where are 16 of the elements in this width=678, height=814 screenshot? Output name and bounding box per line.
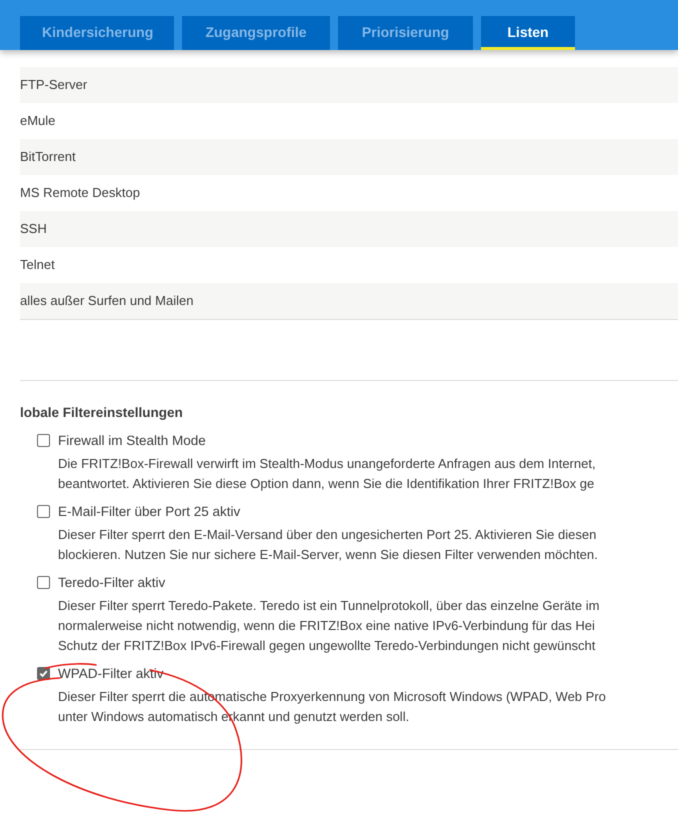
list-row[interactable]: alles außer Surfen und Mailen xyxy=(20,283,678,319)
checkbox[interactable] xyxy=(37,667,50,680)
checkbox[interactable] xyxy=(37,505,50,518)
option-label[interactable]: Firewall im Stealth Mode xyxy=(58,433,206,448)
option-description: Die FRITZ!Box-Firewall verwirft im Stealth-Modus unangeforderte Anfragen aus dem Internet, beantwortet. Aktivieren Sie diese Option dann, wenn Sie die Identifikation Ihrer FRITZ!Box ge xyxy=(58,455,597,493)
list-row[interactable]: SSH xyxy=(20,211,678,247)
tab[interactable]: Listen xyxy=(481,16,575,50)
option-description: Dieser Filter sperrt Teredo-Pakete. Teredo ist ein Tunnelprotokoll, über das einzelne Geräte im normalerweise nicht notwendig, wenn die FRITZ!Box eine native IPv6-Verbindung für das Hei Schutz der FRITZ!Box IPv6-Firewall gegen ungewollte Teredo-Verbindungen nicht gewünscht xyxy=(58,597,600,655)
option-label[interactable]: Teredo-Filter aktiv xyxy=(58,575,166,590)
option-description: Dieser Filter sperrt den E-Mail-Versand über den ungesicherten Port 25. Aktivieren Sie diesen blockieren. Nutzen Sie nur sichere E-Mail-Server, wenn Sie diesen Filter verwenden möchten. xyxy=(58,526,599,564)
option-label[interactable]: E-Mail-Filter über Port 25 aktiv xyxy=(58,504,240,519)
checkbox[interactable] xyxy=(37,576,50,589)
section-heading: lobale Filtereinstellungen xyxy=(20,405,184,420)
list-row[interactable]: FTP-Server xyxy=(20,67,678,103)
checkbox[interactable] xyxy=(37,434,50,447)
list-row[interactable]: BitTorrent xyxy=(20,139,678,175)
